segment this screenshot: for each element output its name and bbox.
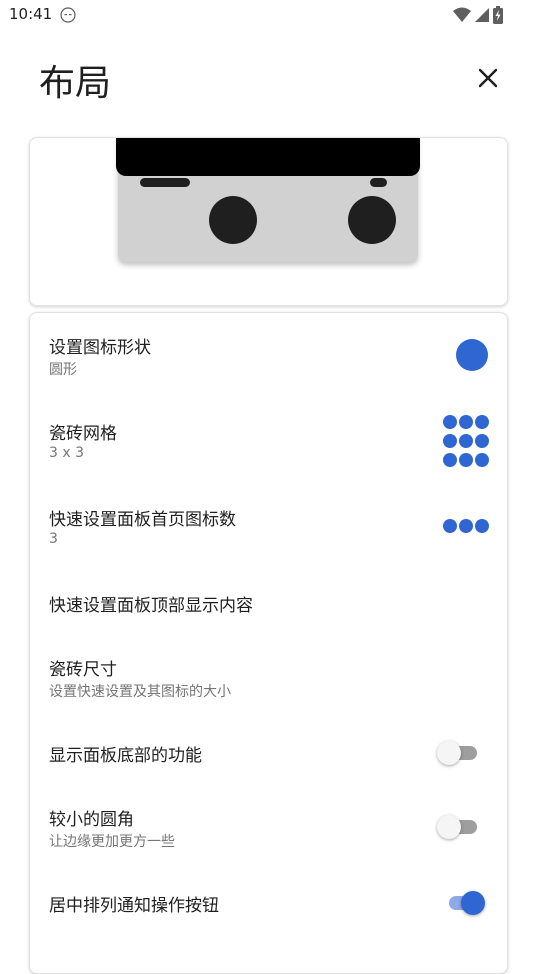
close-icon [478,68,498,88]
layout-preview [29,137,508,306]
panel-bottom-toggle[interactable] [437,739,481,767]
page-title: 布局 [39,63,112,104]
setting-qs-top-content[interactable]: 快速设置面板顶部显示内容 [30,571,507,635]
setting-subtitle: 3 x 3 [49,445,84,461]
setting-title: 显示面板底部的功能 [49,746,202,766]
settings-list: 设置图标形状 圆形 瓷砖网格 3 x 3 快速设置面板首页图标数 3 快速设置面… [29,312,508,974]
setting-panel-bottom-features[interactable]: 显示面板底部的功能 [30,719,507,785]
setting-title: 快速设置面板首页图标数 [49,510,236,530]
status-bar: 10:41 [0,0,535,30]
setting-subtitle: 3 [49,531,58,547]
setting-qs-icon-count[interactable]: 快速设置面板首页图标数 3 [30,485,507,571]
setting-subtitle: 设置快速设置及其图标的大小 [49,684,231,700]
setting-subtitle: 圆形 [49,362,77,378]
center-actions-toggle[interactable] [445,889,485,917]
setting-icon-shape[interactable]: 设置图标形状 圆形 [30,313,507,399]
setting-title: 快速设置面板顶部显示内容 [49,596,253,616]
setting-title: 设置图标形状 [49,338,151,358]
smaller-corners-toggle[interactable] [437,813,481,841]
circle-shape-icon [456,339,488,371]
setting-title: 瓷砖尺寸 [49,660,117,680]
preview-pill [140,178,190,187]
preview-tile [348,196,396,244]
setting-center-notification-actions[interactable]: 居中排列通知操作按钮 [30,869,507,935]
preview-status-bar [116,138,420,176]
setting-title: 居中排列通知操作按钮 [49,896,219,916]
setting-tile-size[interactable]: 瓷砖尺寸 设置快速设置及其图标的大小 [30,635,507,719]
setting-title: 瓷砖网格 [49,424,117,444]
close-button[interactable] [472,62,504,94]
status-icons [453,6,503,24]
setting-subtitle: 让边缘更加更方一些 [49,834,175,850]
setting-tile-grid[interactable]: 瓷砖网格 3 x 3 [30,399,507,485]
setting-title: 较小的圆角 [49,810,134,830]
battery-icon [493,6,503,24]
preview-pill [370,178,387,187]
setting-smaller-corners[interactable]: 较小的圆角 让边缘更加更方一些 [30,785,507,869]
signal-icon [475,8,489,22]
wifi-icon [453,7,471,22]
status-time: 10:41 [9,5,53,23]
preview-tile [209,196,257,244]
face-icon [60,7,76,23]
